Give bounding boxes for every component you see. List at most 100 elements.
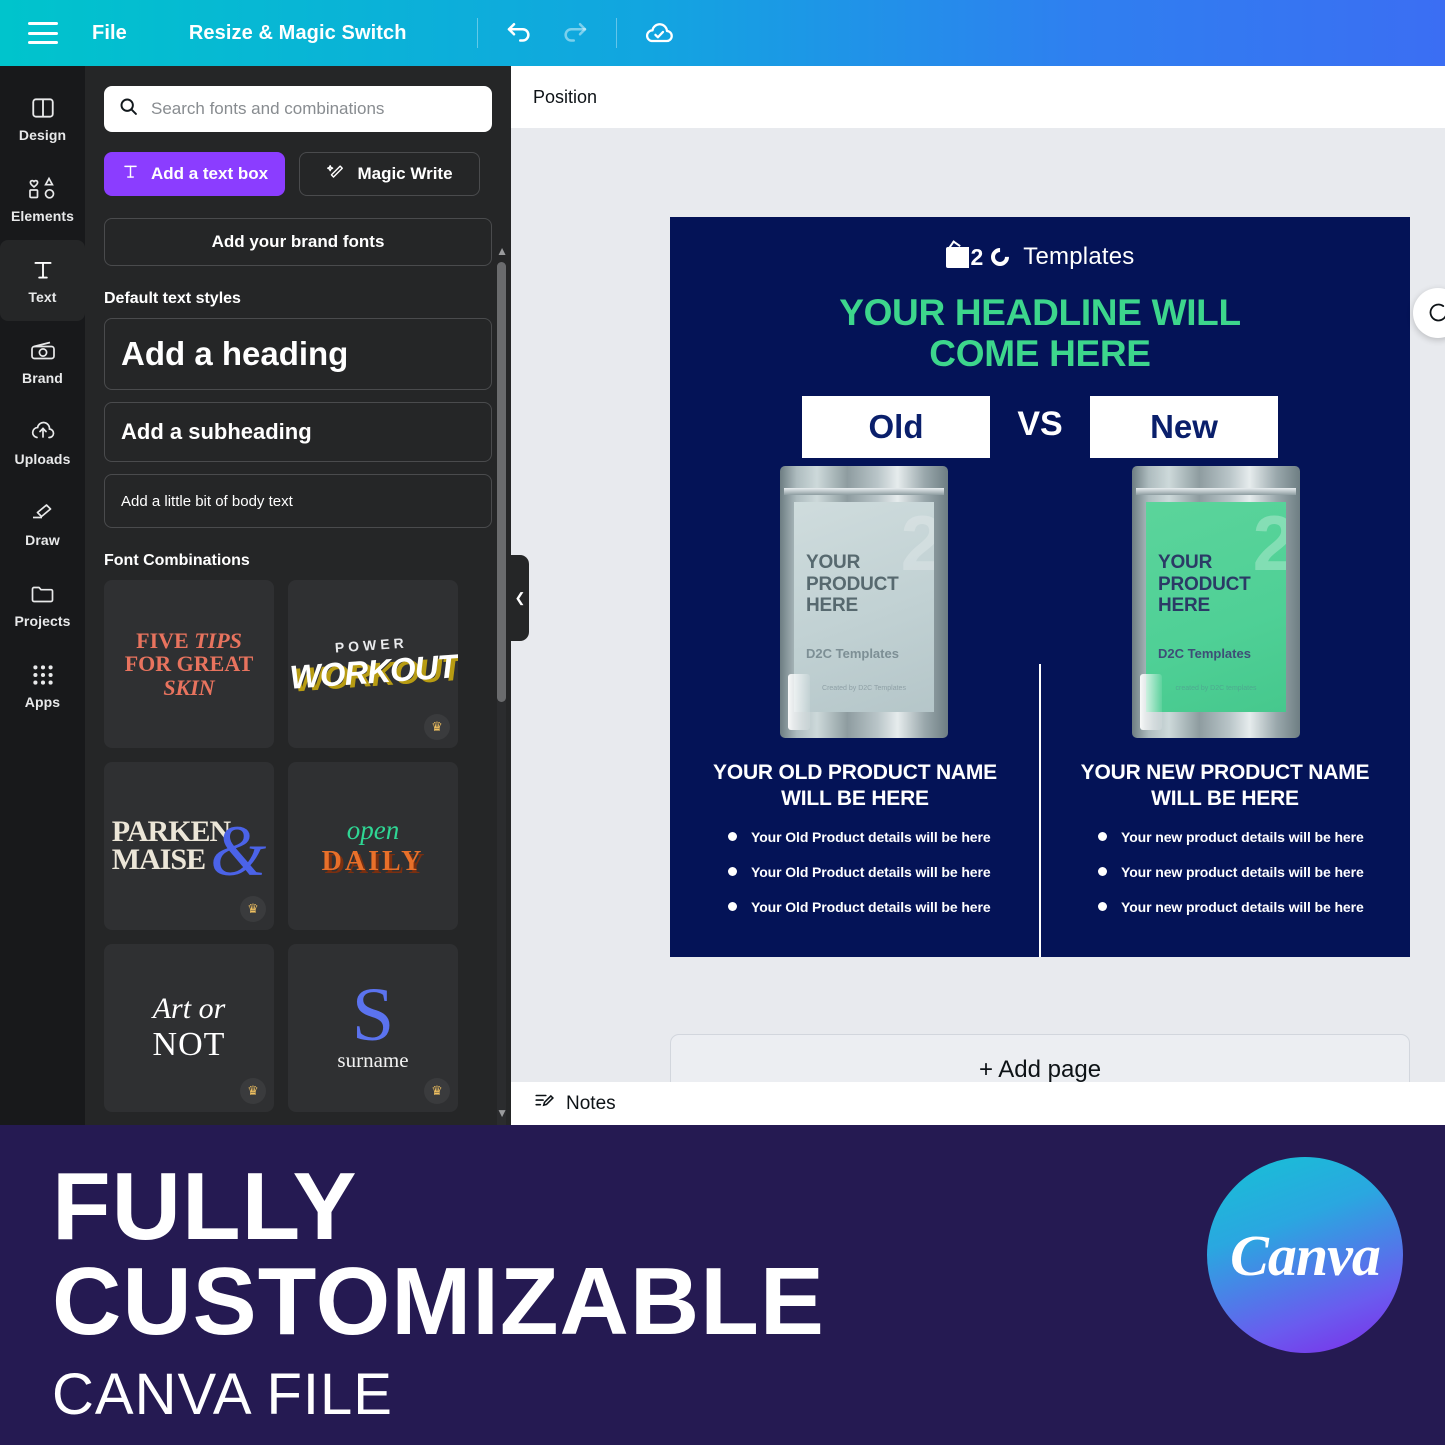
bullet-text: Your new product details will be here xyxy=(1121,828,1364,845)
chevron-left-icon: ❮ xyxy=(514,590,526,605)
font-combination-grid: FIVE TIPS FOR GREAT SKIN POWER WORKOUT ♛… xyxy=(104,580,492,1112)
sidebar-label: Uploads xyxy=(14,450,71,467)
scroll-up-arrow[interactable]: ▲ xyxy=(496,244,508,258)
pouch-text-line: PRODUCT xyxy=(1158,573,1251,595)
bullet-text: Your Old Product details will be here xyxy=(751,828,991,845)
font-combo-parken-maise[interactable]: PARKEN MAISE & ♛ xyxy=(104,762,274,930)
sidebar-item-brand[interactable]: Brand xyxy=(0,321,85,402)
sidebar-label: Design xyxy=(18,126,67,143)
redo-icon xyxy=(560,18,590,48)
add-text-box-label: Add a text box xyxy=(150,164,269,183)
panel-collapse-handle[interactable]: ❮ xyxy=(511,555,529,641)
pouch-gloss xyxy=(788,674,810,731)
text-icon xyxy=(121,162,140,186)
panel-scrollbar[interactable] xyxy=(497,262,506,1192)
resize-magic-switch-button[interactable]: Resize & Magic Switch xyxy=(189,22,407,45)
magic-wand-icon xyxy=(326,162,346,187)
sidebar-label: Text xyxy=(28,288,57,305)
style-add-heading[interactable]: Add a heading xyxy=(104,318,492,390)
sidebar-item-draw[interactable]: Draw xyxy=(0,483,85,564)
comment-icon[interactable] xyxy=(1413,288,1445,338)
scroll-down-arrow[interactable]: ▼ xyxy=(496,1106,508,1120)
bullet-text: Your new product details will be here xyxy=(1121,898,1364,915)
promo-line-1: FULLY xyxy=(52,1153,358,1260)
combo-line: SKIN xyxy=(163,674,215,700)
notes-bar[interactable]: Notes xyxy=(511,1082,1445,1125)
vs-label: VS xyxy=(1017,405,1063,444)
sidebar-item-uploads[interactable]: Uploads xyxy=(0,402,85,483)
combo-letter: S xyxy=(351,973,395,1058)
bullet-text: Your Old Product details will be here xyxy=(751,898,991,915)
promo-banner: FULLY CUSTOMIZABLE CANVA FILE Canva xyxy=(0,1125,1445,1445)
promo-line-3: CANVA FILE xyxy=(52,1362,393,1427)
font-combo-five-tips[interactable]: FIVE TIPS FOR GREAT SKIN xyxy=(104,580,274,748)
product-column-new: YOUR NEW PRODUCT NAME WILL BE HERE Your … xyxy=(1040,760,1410,933)
pouch-zipper xyxy=(1136,488,1296,496)
brand-mark-two: 2 xyxy=(970,243,984,270)
text-panel: Add a text box Magic Write Add your bran… xyxy=(85,66,511,1192)
bullet-text: Your new product details will be here xyxy=(1121,863,1364,880)
design-headline: YOUR HEADLINE WILL COME HERE xyxy=(670,292,1410,374)
notes-icon xyxy=(533,1090,555,1117)
undo-icon[interactable] xyxy=(504,18,534,48)
combo-line: TIPS xyxy=(194,628,242,654)
pro-crown-icon: ♛ xyxy=(240,896,266,922)
pouch-label-new: 2 YOUR PRODUCT HERE D2C Templates create… xyxy=(1146,502,1286,713)
list-item: Your new product details will be here xyxy=(1098,899,1394,915)
scrollbar-thumb[interactable] xyxy=(497,262,506,702)
combo-line: FOR GREAT xyxy=(124,651,254,677)
search-bar[interactable] xyxy=(104,86,492,132)
pro-crown-icon: ♛ xyxy=(424,1078,450,1104)
pouch-text-line: YOUR xyxy=(806,552,861,574)
search-input[interactable] xyxy=(151,99,478,119)
sidebar-item-projects[interactable]: Projects xyxy=(0,564,85,645)
combo-line: Art or xyxy=(152,992,226,1025)
bullet-dot-icon xyxy=(728,867,737,877)
font-combo-open-daily[interactable]: open DAILY xyxy=(288,762,458,930)
font-combo-surname[interactable]: S surname ♛ xyxy=(288,944,458,1112)
position-button[interactable]: Position xyxy=(533,87,597,108)
font-combo-art-or-not[interactable]: Art or NOT ♛ xyxy=(104,944,274,1112)
design-canvas[interactable]: 2 Templates YOUR HEADLINE WILL COME HERE… xyxy=(670,217,1410,957)
style-add-body-text[interactable]: Add a little bit of body text xyxy=(104,474,492,528)
font-combinations-title: Font Combinations xyxy=(104,552,250,569)
position-toolbar: Position xyxy=(511,66,1445,128)
bullets-new: Your new product details will be here Yo… xyxy=(1056,829,1394,915)
add-brand-fonts-button[interactable]: Add your brand fonts xyxy=(104,218,492,266)
sidebar-item-apps[interactable]: Apps xyxy=(0,645,85,726)
toolbar-divider-1 xyxy=(476,18,478,48)
magic-write-button[interactable]: Magic Write xyxy=(299,152,480,196)
font-combo-power-workout[interactable]: POWER WORKOUT ♛ xyxy=(288,580,458,748)
pro-crown-icon: ♛ xyxy=(240,1078,266,1104)
hamburger-icon[interactable] xyxy=(28,22,58,44)
sidebar-item-design[interactable]: Design xyxy=(0,78,85,159)
pouch-text-line: YOUR xyxy=(1158,552,1213,574)
sidebar-label: Apps xyxy=(24,693,61,710)
list-item: Your new product details will be here xyxy=(1098,864,1394,880)
style-add-subheading[interactable]: Add a subheading xyxy=(104,402,492,462)
file-menu[interactable]: File xyxy=(92,22,127,45)
sidebar-item-text[interactable]: Text xyxy=(0,240,85,321)
pouch-note-text: created by D2C templates xyxy=(1175,685,1257,693)
bullet-dot-icon xyxy=(728,902,737,912)
canva-logo-badge: Canva xyxy=(1207,1157,1403,1353)
combo-line: NOT xyxy=(152,1026,226,1063)
notes-label: Notes xyxy=(566,1092,616,1114)
sidebar-label: Projects xyxy=(14,612,71,629)
sidebar-item-elements[interactable]: Elements xyxy=(0,159,85,240)
pouch-logo-text: D2C Templates xyxy=(1158,646,1251,662)
product-name-old: YOUR OLD PRODUCT NAME WILL BE HERE xyxy=(713,761,997,810)
combo-line: surname xyxy=(337,1047,409,1072)
pouch-label-old: 2 YOUR PRODUCT HERE D2C Templates Create… xyxy=(794,502,934,713)
pouch-logo-text: D2C Templates xyxy=(806,646,899,662)
bullet-dot-icon xyxy=(1098,832,1107,842)
add-text-box-button[interactable]: Add a text box xyxy=(104,152,285,196)
default-text-styles-title: Default text styles xyxy=(104,290,241,307)
canva-wordmark: Canva xyxy=(1230,1222,1381,1288)
bullet-dot-icon xyxy=(728,832,737,842)
vs-row: Old VS New xyxy=(670,396,1410,459)
sidebar-label: Elements xyxy=(10,207,75,224)
product-column-old: YOUR OLD PRODUCT NAME WILL BE HERE Your … xyxy=(670,760,1040,933)
cloud-saved-icon[interactable] xyxy=(643,17,675,49)
product-pouch-new: 2 YOUR PRODUCT HERE D2C Templates create… xyxy=(1132,466,1300,739)
